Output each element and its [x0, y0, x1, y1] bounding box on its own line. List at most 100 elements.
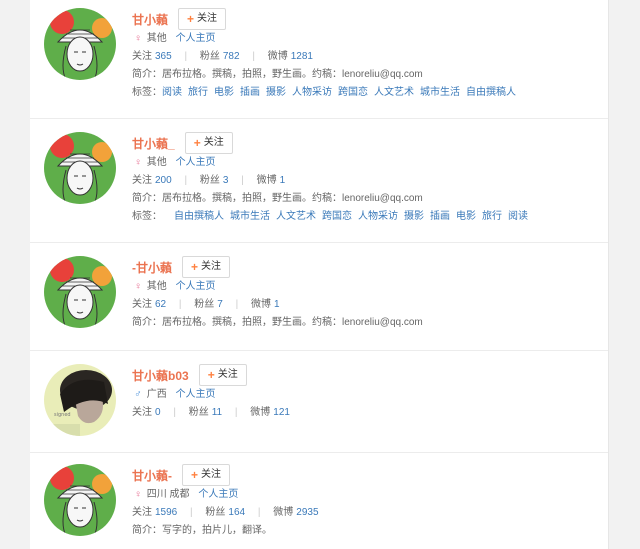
user-name[interactable]: 甘小藾-: [132, 467, 172, 484]
avatar[interactable]: [44, 256, 116, 328]
tag[interactable]: 摄影: [404, 211, 424, 222]
user-card: signed 甘小藾b03 + 关注 ♂ 广西 个人主页 关注 0 | 粉丝 11 …: [30, 350, 608, 453]
tag[interactable]: 跨国恋: [322, 211, 352, 222]
homepage-link[interactable]: 个人主页: [176, 33, 216, 44]
male-icon: ♂: [134, 389, 142, 400]
following-label: 关注: [132, 407, 152, 418]
divider: |: [173, 407, 176, 418]
following-count[interactable]: 1596: [155, 507, 177, 518]
follow-label: 关注: [197, 13, 218, 24]
tag[interactable]: 人文艺术: [276, 211, 316, 222]
fans-label: 粉丝: [199, 175, 220, 186]
follow-label: 关注: [201, 261, 222, 272]
intro-text: 写字的，拍片儿，翻译。: [162, 525, 272, 536]
tag[interactable]: 城市生活: [230, 211, 270, 222]
divider: |: [252, 51, 255, 62]
stats-row: 关注 1596 | 粉丝 164 | 微博 2935: [132, 504, 319, 522]
avatar[interactable]: [44, 132, 116, 204]
following-label: 关注: [132, 51, 152, 62]
weibo-count[interactable]: 121: [273, 407, 290, 418]
tag[interactable]: 自由撰稿人: [174, 211, 224, 222]
weibo-label: 微博: [256, 175, 277, 186]
plus-icon: +: [191, 468, 199, 482]
tag[interactable]: 电影: [214, 87, 234, 98]
tags-label: 标签：: [132, 211, 162, 222]
user-name[interactable]: 甘小藾b03: [132, 367, 189, 384]
user-name[interactable]: 甘小藾: [132, 11, 168, 28]
intro-label: 简介：: [132, 193, 162, 204]
weibo-count[interactable]: 1: [274, 299, 280, 310]
follow-label: 关注: [201, 469, 222, 480]
follow-button[interactable]: + 关注: [182, 256, 231, 278]
tag[interactable]: 人物采访: [292, 87, 332, 98]
user-name[interactable]: 甘小藾_: [132, 135, 175, 152]
user-result-list: 甘小藾 + 关注 ♀ 其他 个人主页 关注 365 | 粉丝 782 | 微博 128…: [30, 0, 609, 549]
follow-button[interactable]: + 关注: [182, 464, 231, 486]
tag[interactable]: 插画: [240, 87, 260, 98]
homepage-link[interactable]: 个人主页: [176, 389, 216, 400]
tag[interactable]: 阅读: [508, 211, 528, 222]
avatar[interactable]: signed: [44, 364, 116, 436]
intro-text: 居布拉格。撰稿，拍照，野生画。约稿：lenoreliu@qq.com: [162, 317, 423, 328]
tag[interactable]: 摄影: [266, 87, 286, 98]
tag[interactable]: 插画: [430, 211, 450, 222]
tag[interactable]: 人文艺术: [374, 87, 414, 98]
avatar[interactable]: [44, 8, 116, 80]
tag[interactable]: 自由撰稿人: [466, 87, 516, 98]
following-count[interactable]: 365: [155, 51, 172, 62]
follow-button[interactable]: + 关注: [198, 364, 247, 386]
follow-button[interactable]: + 关注: [178, 8, 227, 30]
user-card: 甘小藾_ + 关注 ♀ 其他 个人主页 关注 200 | 粉丝 3 | 微博 1 简介…: [30, 118, 608, 243]
weibo-count[interactable]: 1281: [291, 51, 313, 62]
following-label: 关注: [132, 507, 152, 518]
location: 其他: [146, 33, 167, 44]
user-card: -甘小藾 + 关注 ♀ 其他 个人主页 关注 62 | 粉丝 7 | 微博 1 简介：…: [30, 242, 608, 351]
location: 四川 成都: [146, 489, 190, 500]
divider: |: [190, 507, 193, 518]
fans-label: 粉丝: [205, 507, 226, 518]
weibo-label: 微博: [251, 299, 272, 310]
location: 其他: [146, 157, 167, 168]
female-icon: ♀: [134, 157, 142, 168]
following-label: 关注: [132, 299, 152, 310]
divider: |: [184, 175, 188, 186]
tag[interactable]: 城市生活: [420, 87, 460, 98]
tag[interactable]: 旅行: [482, 211, 502, 222]
tags-row: 标签：阅读 旅行 电影 插画 摄影 人物采访 跨国恋 人文艺术 城市生活 自由撰稿人: [132, 84, 516, 102]
svg-text:signed: signed: [54, 412, 71, 418]
following-count[interactable]: 0: [155, 407, 161, 418]
following-count[interactable]: 200: [155, 175, 172, 186]
plus-icon: +: [207, 368, 215, 382]
intro-label: 简介：: [132, 69, 162, 80]
fans-label: 粉丝: [194, 299, 215, 310]
user-card: 甘小藾- + 关注 ♀ 四川 成都 个人主页 关注 1596 | 粉丝 164 | …: [30, 452, 608, 549]
tag[interactable]: 电影: [456, 211, 476, 222]
fans-count[interactable]: 3: [223, 175, 229, 186]
weibo-count[interactable]: 2935: [296, 507, 318, 518]
weibo-count[interactable]: 1: [280, 175, 286, 186]
stats-row: 关注 62 | 粉丝 7 | 微博 1: [132, 296, 423, 314]
plus-icon: +: [191, 260, 199, 274]
fans-count[interactable]: 11: [212, 407, 222, 418]
user-card: 甘小藾 + 关注 ♀ 其他 个人主页 关注 365 | 粉丝 782 | 微博 128…: [30, 0, 608, 119]
fans-count[interactable]: 782: [223, 51, 240, 62]
tag[interactable]: 人物采访: [358, 211, 398, 222]
following-count[interactable]: 62: [155, 299, 166, 310]
divider: |: [178, 299, 182, 310]
homepage-link[interactable]: 个人主页: [198, 489, 238, 500]
stats-row: 关注 200 | 粉丝 3 | 微博 1: [132, 172, 528, 190]
user-name[interactable]: -甘小藾: [132, 259, 172, 276]
fans-label: 粉丝: [188, 407, 209, 418]
tag[interactable]: 阅读: [162, 87, 182, 98]
avatar[interactable]: [44, 464, 116, 536]
homepage-link[interactable]: 个人主页: [176, 281, 216, 292]
tag[interactable]: 跨国恋: [338, 87, 368, 98]
follow-button[interactable]: + 关注: [184, 132, 233, 154]
location: 其他: [146, 281, 167, 292]
tag[interactable]: 旅行: [188, 87, 208, 98]
location: 广西: [146, 389, 167, 400]
fans-count[interactable]: 164: [228, 507, 245, 518]
fans-count[interactable]: 7: [217, 299, 223, 310]
tags-row: 标签： 自由撰稿人 城市生活 人文艺术 跨国恋 人物采访 摄影 插画 电影 旅行 阅读: [132, 208, 528, 226]
homepage-link[interactable]: 个人主页: [176, 157, 216, 168]
